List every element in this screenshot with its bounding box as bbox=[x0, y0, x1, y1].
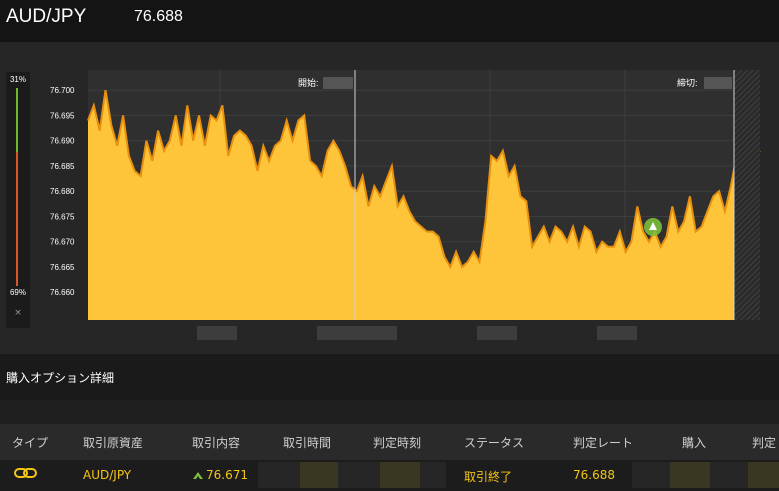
col-judge: 判定 bbox=[752, 436, 777, 450]
y-tick-label: 76.685 bbox=[50, 162, 75, 171]
row-judge-mask bbox=[710, 462, 748, 488]
section-header: 購入オプション詳細 bbox=[0, 354, 779, 400]
row-judge-time-mask bbox=[338, 462, 380, 488]
col-status: ステータス bbox=[464, 436, 525, 450]
row-judge-time-mask-3 bbox=[420, 462, 446, 488]
down-bar bbox=[16, 152, 18, 286]
sentiment-meter: 31% 69% × bbox=[6, 72, 30, 328]
col-purchase: 購入 bbox=[682, 436, 707, 450]
time-label-1 bbox=[197, 326, 237, 340]
up-arrow-icon bbox=[193, 472, 203, 479]
y-tick-label: 76.665 bbox=[50, 263, 75, 272]
section-title: 購入オプション詳細 bbox=[6, 371, 115, 385]
row-status: 取引終了 bbox=[464, 470, 513, 484]
price-chart: 76.700 76.695 76.690 76.685 76.680 76.675 76.6… bbox=[50, 70, 761, 320]
y-tick-label: 76.670 bbox=[50, 238, 75, 247]
closed-zone bbox=[734, 70, 760, 320]
time-label-4 bbox=[597, 326, 637, 340]
y-tick-label: 76.680 bbox=[50, 187, 75, 196]
row-content: 76.671 bbox=[206, 468, 248, 482]
y-tick-label: 76.700 bbox=[50, 86, 75, 95]
start-label: 開始: bbox=[298, 77, 319, 88]
currency-pair: AUD/JPY bbox=[6, 6, 87, 27]
y-tick-label: 76.690 bbox=[50, 137, 75, 146]
current-rate: 76.688 bbox=[134, 8, 183, 25]
y-axis-labels: 76.700 76.695 76.690 76.685 76.680 76.675 76.6… bbox=[50, 86, 75, 297]
up-bar bbox=[16, 88, 18, 152]
y-tick-label: 76.660 bbox=[50, 288, 75, 297]
row-judge-time-mask-2 bbox=[380, 462, 420, 488]
row-asset: AUD/JPY bbox=[83, 468, 132, 482]
up-percent: 31% bbox=[9, 75, 26, 84]
col-judge-rate: 判定レート bbox=[573, 436, 634, 450]
close-icon[interactable]: × bbox=[6, 308, 30, 318]
link-icon bbox=[14, 468, 37, 478]
y-tick-label: 76.695 bbox=[50, 111, 75, 120]
row-judge-rate: 76.688 bbox=[573, 468, 615, 482]
row-trade-time-mask-2 bbox=[300, 462, 338, 488]
header-bar: AUD/JPY 76.688 bbox=[0, 0, 779, 42]
col-content: 取引内容 bbox=[192, 436, 241, 450]
row-purchase-mask-2 bbox=[670, 462, 710, 488]
end-label: 締切: bbox=[677, 77, 698, 88]
col-trade-time: 取引時間 bbox=[283, 436, 332, 450]
down-percent: 69% bbox=[9, 288, 26, 297]
col-asset: 取引原資産 bbox=[83, 436, 144, 450]
y-tick-label: 76.675 bbox=[50, 212, 75, 221]
time-label-3 bbox=[477, 326, 517, 340]
row-trade-time-mask bbox=[258, 462, 300, 488]
row-judge-mask-2 bbox=[748, 462, 779, 488]
row-purchase-mask bbox=[632, 462, 670, 488]
time-label-2 bbox=[317, 326, 397, 340]
entry-marker bbox=[644, 218, 662, 236]
end-time-mask bbox=[704, 77, 732, 89]
start-time-mask bbox=[323, 77, 353, 89]
col-type: タイプ bbox=[12, 436, 49, 450]
col-judge-time: 判定時刻 bbox=[373, 436, 422, 450]
